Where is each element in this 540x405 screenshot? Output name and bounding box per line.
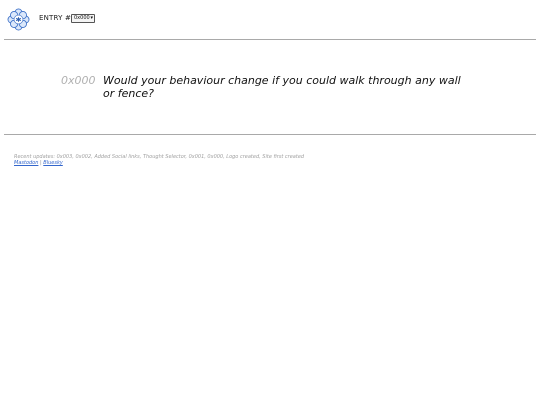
thought-text: Would your behaviour change if you could… (103, 74, 461, 100)
thought-id: 0x000 (61, 74, 96, 87)
header-divider (4, 39, 536, 40)
page: ENTRY # 0x000 ▾ 0x000 Would your behavio… (0, 0, 540, 405)
flower-logo-icon[interactable] (7, 8, 30, 31)
link-separator: | (40, 160, 42, 166)
chevron-down-icon: ▾ (90, 15, 93, 21)
footer: Recent updates: 0x003, 0x002, Added Soci… (14, 154, 304, 166)
mastodon-link[interactable]: Mastodon (14, 160, 38, 166)
header: ENTRY # 0x000 ▾ (0, 0, 540, 39)
social-links: Mastodon | Bluesky (14, 160, 304, 166)
bluesky-link[interactable]: Bluesky (43, 160, 63, 166)
footer-divider (4, 134, 536, 135)
entry-select[interactable]: 0x000 ▾ (71, 14, 95, 23)
entry-label: ENTRY # (39, 14, 72, 22)
entry-select-value: 0x000 (74, 15, 90, 21)
